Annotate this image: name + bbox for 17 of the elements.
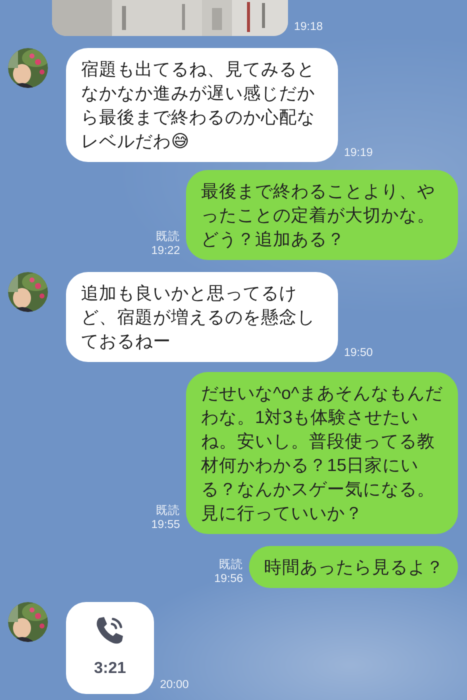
call-duration: 3:21 <box>94 659 126 679</box>
message-time: 19:18 <box>294 20 323 34</box>
message-time: 19:56 <box>214 572 243 586</box>
message-time: 19:19 <box>344 146 373 160</box>
message-time: 19:50 <box>344 346 373 360</box>
message-bubble: 最後まで終わることより、やったことの定着が大切かな。どう？追加ある？ <box>186 170 458 260</box>
message-bubble: だせいな^o^まあそんなもんだわな。1対3も体験させたいね。安いし。普段使ってる教材何かわかる？15日家にいる？なんかスゲー気になる。見に行っていいか？ <box>186 372 458 534</box>
message-time: 20:00 <box>160 678 189 692</box>
message-bubble: 宿題も出てるね、見てみるとなかなか進みが遅い感じだから最後まで終わるのか心配なレベルだわ😅 <box>66 48 338 162</box>
message-time: 19:55 <box>151 518 180 532</box>
read-receipt: 既読 <box>156 230 180 244</box>
message-bubble: 追加も良いかと思ってるけど、宿題が増えるのを懸念しておるねー <box>66 272 338 362</box>
message-time: 19:22 <box>151 244 180 258</box>
message-bubble: 時間あったら見るよ？ <box>249 546 458 588</box>
read-receipt: 既読 <box>219 558 243 572</box>
read-receipt: 既読 <box>156 504 180 518</box>
call-bubble[interactable]: 3:21 <box>66 602 154 694</box>
